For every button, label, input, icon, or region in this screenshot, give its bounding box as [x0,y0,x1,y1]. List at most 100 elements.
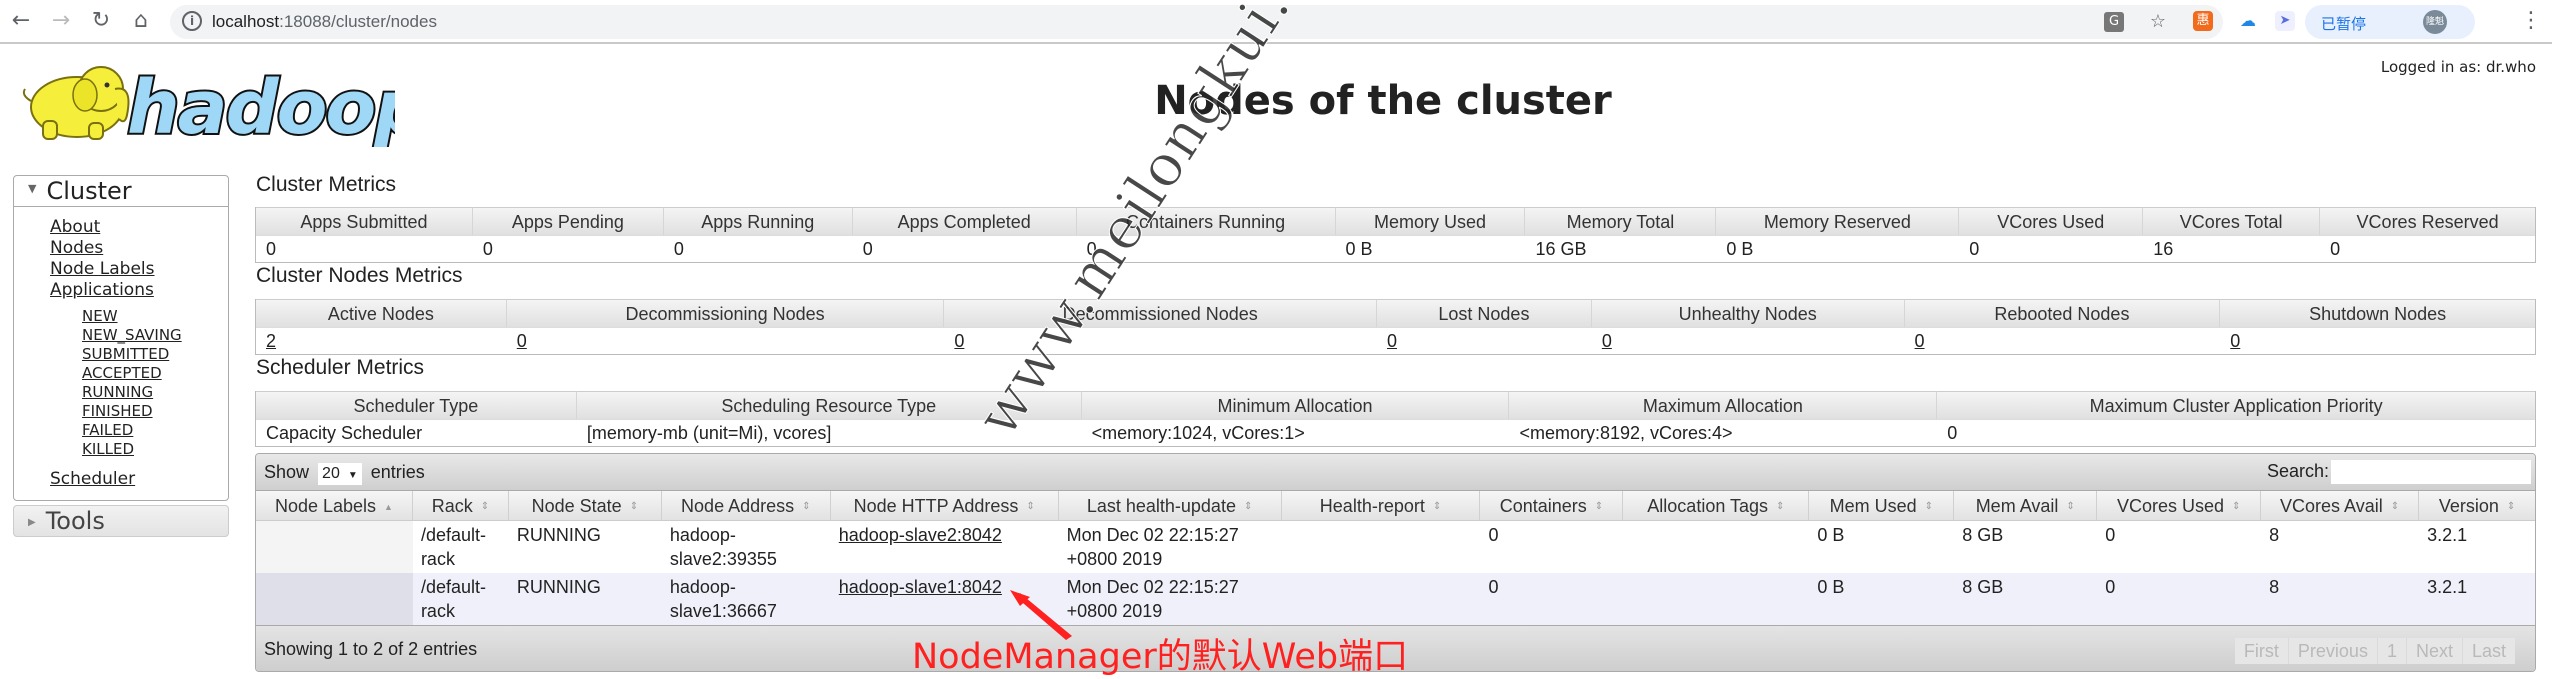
translate-icon[interactable]: G [2104,12,2124,32]
cell-health-report [1282,573,1481,625]
scheduler-metric-header: Maximum Allocation [1509,391,1938,419]
column-header-label: Version [2438,496,2499,516]
node-http-link[interactable]: hadoop-slave1:8042 [839,575,1051,599]
column-header-allocation-tags[interactable]: Allocation Tags ⇕ [1623,491,1810,520]
site-info-icon[interactable]: i [182,11,202,31]
column-header-node-state[interactable]: Node State ⇕ [509,491,662,520]
page-1-button[interactable]: 1 [2378,638,2407,664]
column-header-node-labels[interactable]: Node Labels ▲ [256,491,413,520]
column-header-node-address[interactable]: Node Address ⇕ [662,491,831,520]
nodes-metric-value[interactable]: 0 [2220,327,2535,354]
sidebar-item-accepted[interactable]: ACCEPTED [82,364,228,383]
sort-both-icon: ⇕ [1776,501,1785,513]
cell-rack: /default-rack [413,521,509,573]
search-control: Search: [2267,460,2531,484]
nodes-metric-value-text[interactable]: 0 [954,331,964,351]
page-previous-button[interactable]: Previous [2289,638,2378,664]
node-http-link[interactable]: hadoop-slave2:8042 [839,523,1051,547]
table-header-row: Node Labels ▲ Rack ⇕ Node State ⇕ Node Address… [256,491,2535,521]
column-header-rack[interactable]: Rack ⇕ [413,491,509,520]
column-header-mem-used[interactable]: Mem Used ⇕ [1809,491,1955,520]
sidebar-item-applications[interactable]: Applications [50,280,228,301]
cluster-metric-header: VCores Total [2143,207,2321,235]
url-host: localhost [212,12,280,31]
page-next-button[interactable]: Next [2407,638,2463,664]
cell-text: 0 B [1817,525,1845,545]
reload-icon[interactable]: ↻ [88,8,114,34]
column-header-health-report[interactable]: Health-report ⇕ [1282,491,1481,520]
address-bar[interactable]: i localhost:18088/cluster/nodes G ☆ [170,5,2223,39]
url-text[interactable]: localhost:18088/cluster/nodes [212,12,437,32]
cluster-metric-value-text: 0 [2330,239,2341,259]
column-header-vcores-used[interactable]: VCores Used ⇕ [2097,491,2262,520]
search-input[interactable] [2331,460,2531,484]
forward-icon[interactable]: → [48,8,74,34]
profile-button[interactable]: 已暂停 隆魁 [2305,5,2475,39]
column-header-containers[interactable]: Containers ⇕ [1480,491,1624,520]
cluster-metric-header: Apps Submitted [256,207,473,235]
nodes-metric-value-text[interactable]: 2 [266,331,276,351]
nodes-metric-value[interactable]: 0 [1591,327,1905,354]
cell-text: 8 GB [1962,525,2004,545]
sidebar-item-about[interactable]: About [50,217,228,238]
sidebar-cluster-header[interactable]: ▼ Cluster [14,176,228,207]
column-header-mem-avail[interactable]: Mem Avail ⇕ [1954,491,2098,520]
sort-both-icon: ⇕ [2506,501,2516,513]
nodes-metric-value-text[interactable]: 0 [1915,331,1925,351]
nodes-metric-value[interactable]: 0 [506,327,945,354]
cluster-metric-value: 16 GB [1525,235,1717,262]
scheduler-metrics-table: Scheduler Type Scheduling Resource Type Mi… [255,391,2536,447]
sidebar-item-new-saving[interactable]: NEW_SAVING [82,326,228,345]
column-header-label: Mem Avail [1975,496,2059,516]
nodes-metric-value[interactable]: 0 [944,327,1378,354]
column-header-node-http-address[interactable]: Node HTTP Address ⇕ [831,491,1059,520]
column-header-label: Node Labels [274,496,377,516]
nodes-metric-value[interactable]: 2 [256,327,507,354]
nodes-metric-value-text[interactable]: 0 [2230,331,2240,351]
extension-hui-icon[interactable]: 惠 [2193,11,2213,31]
page-last-button[interactable]: Last [2463,638,2515,664]
cell-text: Mon Dec 02 22:15:27 [1066,525,1239,545]
browser-toolbar: ← → ↻ ⌂ i localhost:18088/cluster/nodes … [0,0,2552,44]
browser-menu-icon[interactable]: ⋮ [2520,8,2542,34]
page-size-value: 20 [322,465,340,482]
cell-node-http-address[interactable]: hadoop-slave1:8042 [831,573,1059,625]
sidebar-item-submitted[interactable]: SUBMITTED [82,345,228,364]
page-first-button[interactable]: First [2235,638,2289,664]
sidebar-item-scheduler[interactable]: Scheduler [50,469,228,490]
home-icon[interactable]: ⌂ [128,8,154,34]
sidebar-item-new[interactable]: NEW [82,307,228,326]
sidebar-item-nodes[interactable]: Nodes [50,238,228,259]
cluster-metric-value: 16 [2143,235,2321,262]
cluster-metric-header: Memory Used [1335,207,1526,235]
sidebar-cluster-panel: ▼ Cluster About Nodes Node Labels Applica… [13,175,229,501]
scheduler-metric-header: Minimum Allocation [1081,391,1510,419]
nodes-metric-value[interactable]: 0 [1904,327,2221,354]
nodes-metric-value-text[interactable]: 0 [1602,331,1612,351]
nodes-metric-value[interactable]: 0 [1377,327,1592,354]
back-icon[interactable]: ← [8,8,34,34]
page-size-select[interactable]: 20 ▼ [318,463,362,485]
scheduler-metric-value: [memory-mb (unit=Mi), vcores] [576,419,1082,446]
sidebar-tools-header[interactable]: ▶ Tools [13,505,229,537]
extension-bird-icon[interactable]: ➤ [2275,11,2295,31]
cell-text: 0 B [1817,577,1845,597]
extension-cloud-icon[interactable]: ☁ [2238,11,2258,31]
column-header-version[interactable]: Version ⇕ [2419,491,2535,520]
cell-text: hadoop- [669,525,736,545]
cell-node-http-address[interactable]: hadoop-slave2:8042 [831,521,1059,573]
bookmark-star-icon[interactable]: ☆ [2148,12,2168,32]
nodes-metric-value-text[interactable]: 0 [1387,331,1397,351]
sidebar-item-node-labels[interactable]: Node Labels [50,259,228,280]
sidebar-item-finished[interactable]: FINISHED [82,402,228,421]
cluster-metric-value: 0 [852,235,1077,262]
sidebar-item-killed[interactable]: KILLED [82,440,228,459]
column-header-vcores-avail[interactable]: VCores Avail ⇕ [2261,491,2420,520]
search-label: Search: [2266,460,2329,481]
expand-triangle-icon: ▶ [28,517,36,528]
sidebar-item-failed[interactable]: FAILED [82,421,228,440]
column-header-last-health-update[interactable]: Last health-update ⇕ [1059,491,1282,520]
nodes-metric-value-text[interactable]: 0 [517,331,527,351]
cell-text: RUNNING [516,577,601,597]
sidebar-item-running[interactable]: RUNNING [82,383,228,402]
